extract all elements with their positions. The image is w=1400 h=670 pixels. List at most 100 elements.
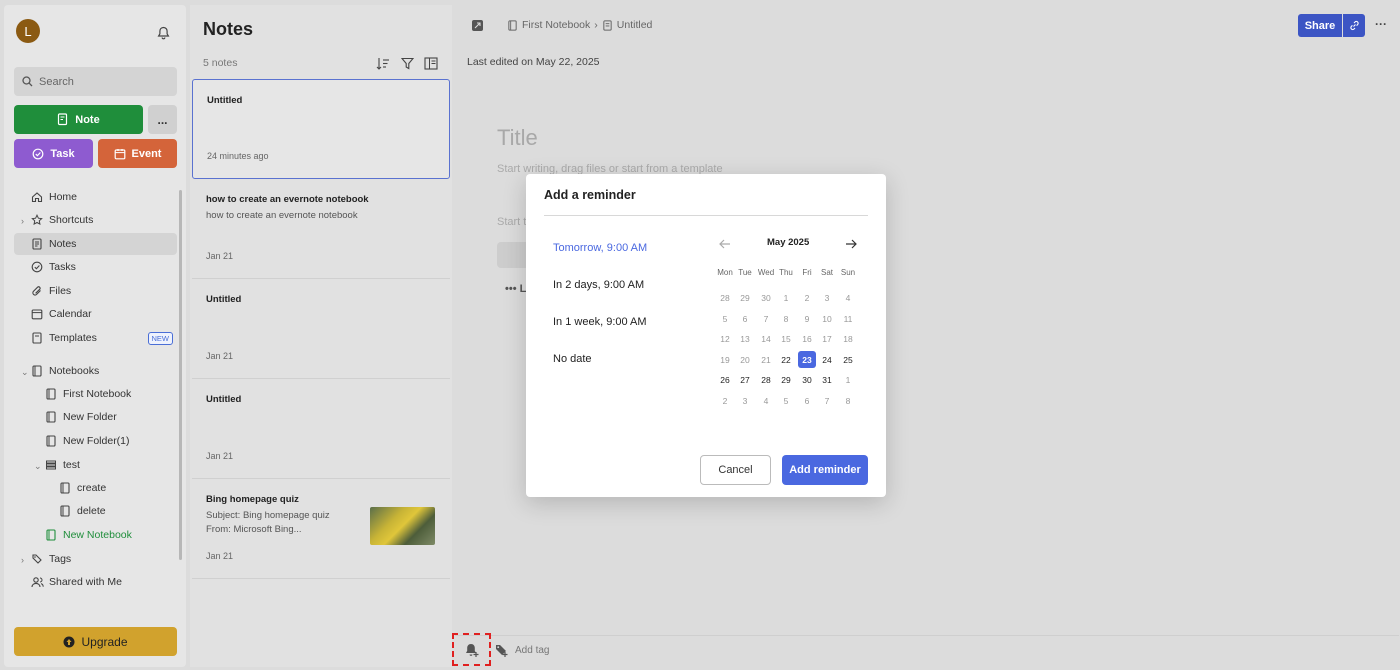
calendar-day[interactable]: 15 — [777, 330, 795, 347]
calendar-day[interactable]: 23 — [798, 351, 816, 368]
arrow-left-icon[interactable] — [719, 236, 731, 254]
calendar-day[interactable]: 19 — [716, 351, 734, 368]
search-input[interactable]: Search — [14, 67, 177, 96]
calendar-day[interactable]: 5 — [716, 310, 734, 327]
calendar-day[interactable]: 2 — [798, 289, 816, 306]
calendar-day[interactable]: 1 — [777, 289, 795, 306]
calendar-day[interactable]: 2 — [716, 392, 734, 409]
calendar-day[interactable]: 26 — [716, 371, 734, 388]
more-create-button[interactable]: ... — [148, 105, 177, 134]
add-reminder-button[interactable]: Add reminder — [782, 455, 868, 485]
sidebar-item-label: Tags — [49, 553, 72, 565]
add-tag-icon[interactable] — [494, 643, 509, 662]
calendar-day[interactable]: 8 — [777, 310, 795, 327]
sidebar-item-calendar[interactable]: Calendar — [14, 303, 177, 325]
calendar-day[interactable]: 27 — [736, 371, 754, 388]
sidebar-item-new-folder[interactable]: New Folder — [14, 406, 177, 428]
sidebar-item-new-folder-1[interactable]: New Folder(1) — [14, 430, 177, 452]
calendar-day[interactable]: 22 — [777, 351, 795, 368]
upgrade-button[interactable]: Upgrade — [14, 627, 177, 656]
expand-icon[interactable] — [471, 19, 484, 37]
calendar-day[interactable]: 20 — [736, 351, 754, 368]
cancel-button[interactable]: Cancel — [700, 455, 771, 485]
breadcrumb-notebook[interactable]: First Notebook — [522, 19, 590, 31]
calendar-day[interactable]: 3 — [818, 289, 836, 306]
calendar-day[interactable]: 9 — [798, 310, 816, 327]
new-event-button[interactable]: Event — [98, 139, 177, 168]
sidebar-item-tags[interactable]: Tags — [14, 548, 177, 570]
sidebar-item-create[interactable]: create — [14, 477, 177, 499]
arrow-right-icon[interactable] — [845, 236, 857, 254]
calendar-day[interactable]: 6 — [798, 392, 816, 409]
calendar-day[interactable]: 30 — [798, 371, 816, 388]
more-templates-button[interactable]: ••• L — [505, 283, 526, 295]
sidebar-scrollbar[interactable] — [179, 190, 182, 560]
note-card[interactable]: Untitled Jan 21 — [192, 379, 450, 479]
sidebar-item-new-notebook[interactable]: New Notebook — [14, 524, 177, 546]
calendar-day[interactable]: 12 — [716, 330, 734, 347]
calendar-day[interactable]: 30 — [757, 289, 775, 306]
new-task-button[interactable]: Task — [14, 139, 93, 168]
reminder-option-1-week[interactable]: In 1 week, 9:00 AM — [553, 316, 647, 328]
sidebar-item-home[interactable]: Home — [14, 186, 177, 208]
reminder-option-2-days[interactable]: In 2 days, 9:00 AM — [553, 279, 644, 291]
sidebar-item-notes[interactable]: Notes — [14, 233, 177, 255]
calendar-day[interactable]: 28 — [716, 289, 734, 306]
calendar-day[interactable]: 4 — [757, 392, 775, 409]
bell-icon[interactable] — [154, 24, 172, 42]
note-card[interactable]: how to create an evernote notebook how t… — [192, 179, 450, 279]
view-layout-icon[interactable] — [424, 57, 438, 70]
note-card-title: Untitled — [206, 394, 242, 405]
sidebar-item-notebooks[interactable]: Notebooks — [14, 360, 177, 382]
breadcrumb-note[interactable]: Untitled — [617, 19, 653, 31]
reminder-bell-icon[interactable] — [452, 633, 491, 666]
calendar-month: May 2025 — [767, 237, 810, 248]
note-card-title: how to create an evernote notebook — [206, 194, 369, 205]
calendar-day[interactable]: 25 — [839, 351, 857, 368]
calendar-day[interactable]: 13 — [736, 330, 754, 347]
sort-icon[interactable] — [376, 57, 390, 70]
calendar-day[interactable]: 6 — [736, 310, 754, 327]
reminder-option-tomorrow[interactable]: Tomorrow, 9:00 AM — [553, 242, 647, 254]
calendar-day[interactable]: 7 — [757, 310, 775, 327]
calendar-day[interactable]: 1 — [839, 371, 857, 388]
calendar-day[interactable]: 31 — [818, 371, 836, 388]
calendar-day[interactable]: 21 — [757, 351, 775, 368]
calendar-day[interactable]: 8 — [839, 392, 857, 409]
calendar-day[interactable]: 16 — [798, 330, 816, 347]
calendar-day[interactable]: 10 — [818, 310, 836, 327]
calendar-day[interactable]: 17 — [818, 330, 836, 347]
calendar-day[interactable]: 11 — [839, 310, 857, 327]
calendar-day[interactable]: 7 — [818, 392, 836, 409]
sidebar-item-shared[interactable]: Shared with Me — [14, 571, 177, 593]
note-card[interactable]: Bing homepage quiz Subject: Bing homepag… — [192, 479, 450, 579]
sidebar-item-templates[interactable]: Templates NEW — [14, 327, 177, 349]
calendar-day[interactable]: 28 — [757, 371, 775, 388]
sidebar-item-test[interactable]: test — [14, 454, 177, 476]
calendar-day[interactable]: 29 — [777, 371, 795, 388]
note-card[interactable]: Untitled Jan 21 — [192, 279, 450, 379]
notebook-icon — [58, 481, 72, 495]
add-tag-label[interactable]: Add tag — [515, 645, 549, 656]
sidebar-item-first-notebook[interactable]: First Notebook — [14, 383, 177, 405]
note-card[interactable]: Untitled 24 minutes ago — [192, 79, 450, 179]
link-icon[interactable] — [1343, 14, 1365, 37]
sidebar-item-delete[interactable]: delete — [14, 500, 177, 522]
sidebar-item-tasks[interactable]: Tasks — [14, 256, 177, 278]
note-title-input[interactable]: Title — [497, 125, 538, 151]
calendar-day[interactable]: 4 — [839, 289, 857, 306]
avatar[interactable]: L — [16, 19, 40, 43]
reminder-option-no-date[interactable]: No date — [553, 353, 592, 365]
new-note-button[interactable]: Note — [14, 105, 143, 134]
filter-icon[interactable] — [401, 57, 414, 70]
share-button[interactable]: Share — [1298, 14, 1342, 37]
sidebar-item-shortcuts[interactable]: Shortcuts — [14, 209, 177, 231]
calendar-day[interactable]: 24 — [818, 351, 836, 368]
sidebar-item-files[interactable]: Files — [14, 280, 177, 302]
calendar-day[interactable]: 29 — [736, 289, 754, 306]
calendar-day[interactable]: 3 — [736, 392, 754, 409]
calendar-day[interactable]: 18 — [839, 330, 857, 347]
calendar-day[interactable]: 14 — [757, 330, 775, 347]
calendar-day[interactable]: 5 — [777, 392, 795, 409]
more-options-button[interactable]: ··· — [1375, 17, 1387, 31]
